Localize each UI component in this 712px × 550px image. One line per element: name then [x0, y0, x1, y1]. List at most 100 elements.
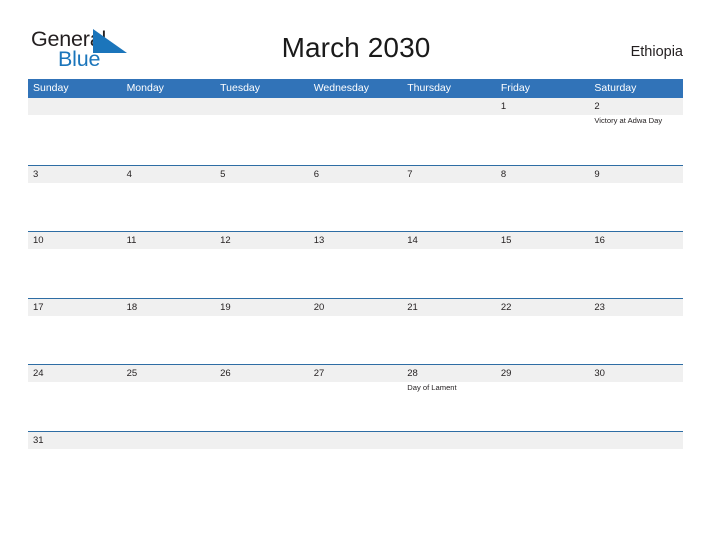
day-number	[220, 98, 309, 115]
day-number: 4	[126, 168, 132, 180]
day-number: 12	[220, 235, 231, 247]
day-number	[314, 432, 403, 449]
day-number: 6	[313, 168, 319, 180]
calendar-page: General Blue March 2030 Ethiopia Sunday …	[0, 0, 712, 550]
day-number: 3	[33, 168, 39, 180]
day-cell[interactable]: 17	[28, 299, 122, 365]
day-event: Victory at Adwa Day	[594, 116, 663, 125]
weekday-header-monday: Monday	[126, 82, 164, 94]
day-cell[interactable]: 1	[496, 98, 590, 165]
day-number: 29	[500, 368, 512, 380]
day-cell[interactable]	[215, 98, 309, 165]
day-number: 20	[313, 301, 325, 313]
day-cell[interactable]: 8	[496, 166, 590, 232]
day-number: 31	[33, 434, 44, 446]
weekday-header-tuesday: Tuesday	[220, 82, 261, 94]
day-number	[220, 432, 309, 449]
day-cell[interactable]	[28, 98, 122, 165]
weekday-header-row: Sunday Monday Tuesday Wednesday Thursday…	[28, 79, 683, 98]
day-number: 15	[500, 235, 512, 247]
day-cell[interactable]: 29	[496, 365, 590, 431]
weekday-header-saturday: Saturday	[594, 82, 637, 94]
day-number: 9	[594, 168, 600, 180]
day-cell[interactable]: 18	[122, 299, 216, 365]
day-cell[interactable]: 24	[28, 365, 122, 431]
day-number: 14	[407, 235, 418, 247]
day-number: 17	[33, 301, 44, 313]
day-cell[interactable]	[122, 98, 216, 165]
day-cell[interactable]: 2 Victory at Adwa Day	[589, 98, 683, 165]
day-cell[interactable]: 3	[28, 166, 122, 232]
day-cell[interactable]: 7	[402, 166, 496, 232]
day-cell[interactable]	[589, 432, 683, 498]
day-number	[594, 432, 683, 449]
day-number: 27	[313, 368, 325, 380]
day-cell[interactable]: 12	[215, 232, 309, 298]
day-number	[501, 432, 590, 449]
day-number	[127, 432, 216, 449]
weekday-header-wednesday: Wednesday	[313, 82, 369, 94]
day-cell[interactable]: 27	[309, 365, 403, 431]
day-cell[interactable]: 19	[215, 299, 309, 365]
day-cell[interactable]: 28 Day of Lament	[402, 365, 496, 431]
day-number: 2	[594, 101, 600, 112]
day-cell[interactable]: 31	[28, 432, 122, 498]
day-number: 11	[126, 235, 137, 247]
day-number: 30	[594, 368, 605, 380]
day-number: 21	[407, 301, 418, 313]
day-cell[interactable]: 23	[589, 299, 683, 365]
weekday-header-thursday: Thursday	[407, 82, 452, 94]
day-cell[interactable]: 10	[28, 232, 122, 298]
week-row: 17 18 19 20 21 22 23	[28, 297, 683, 365]
day-cell[interactable]: 9	[589, 166, 683, 232]
week-row: 3 4 5 6 7 8 9	[28, 164, 683, 232]
day-cell[interactable]	[215, 432, 309, 498]
day-number	[407, 98, 496, 115]
day-number: 7	[407, 168, 413, 180]
day-number: 1	[500, 101, 507, 112]
weekday-header-friday: Friday	[500, 82, 530, 94]
day-number: 26	[220, 368, 231, 380]
day-cell[interactable]: 5	[215, 166, 309, 232]
weekday-header-sunday: Sunday	[33, 82, 69, 94]
week-row: 24 25 26 27 28 Day of Lament 29 30	[28, 364, 683, 431]
day-number: 23	[594, 301, 605, 313]
week-row: 10 11 12 13 14 15 16	[28, 231, 683, 298]
day-number: 24	[33, 368, 44, 380]
day-cell[interactable]	[122, 432, 216, 498]
day-cell[interactable]: 15	[496, 232, 590, 298]
day-cell[interactable]: 16	[589, 232, 683, 298]
day-number	[127, 98, 216, 115]
day-number: 19	[220, 301, 231, 313]
day-cell[interactable]: 25	[122, 365, 216, 431]
week-row: 31	[28, 430, 683, 498]
calendar-grid: Sunday Monday Tuesday Wednesday Thursday…	[28, 79, 683, 498]
day-cell[interactable]: 4	[122, 166, 216, 232]
day-cell[interactable]: 6	[309, 166, 403, 232]
day-cell[interactable]: 30	[589, 365, 683, 431]
day-cell[interactable]: 21	[402, 299, 496, 365]
day-cell[interactable]: 11	[122, 232, 216, 298]
day-cell[interactable]	[496, 432, 590, 498]
day-cell[interactable]: 14	[402, 232, 496, 298]
day-number: 16	[594, 235, 605, 247]
day-cell[interactable]	[309, 98, 403, 165]
day-cell[interactable]: 26	[215, 365, 309, 431]
day-cell[interactable]: 13	[309, 232, 403, 298]
day-event: Day of Lament	[407, 383, 457, 393]
day-cell[interactable]: 22	[496, 299, 590, 365]
page-title: March 2030	[281, 32, 431, 63]
day-cell[interactable]	[309, 432, 403, 498]
day-number: 8	[500, 168, 507, 180]
day-number: 22	[500, 301, 512, 313]
day-number	[407, 432, 496, 449]
day-number	[33, 98, 122, 115]
day-cell[interactable]	[402, 98, 496, 165]
day-number: 18	[126, 301, 138, 313]
day-cell[interactable]	[402, 432, 496, 498]
day-number: 28	[407, 368, 418, 380]
day-number: 5	[220, 168, 226, 180]
day-number	[314, 98, 403, 115]
day-cell[interactable]: 20	[309, 299, 403, 365]
day-number: 13	[313, 235, 325, 247]
